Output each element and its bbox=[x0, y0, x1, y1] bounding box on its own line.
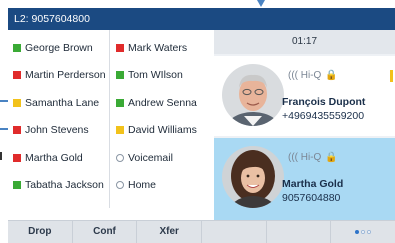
hold-indicator bbox=[390, 70, 393, 82]
presence-busy-icon bbox=[13, 126, 21, 135]
page-dot-inactive bbox=[367, 230, 372, 234]
conf-softkey[interactable]: Conf bbox=[72, 221, 137, 243]
page-dot-inactive bbox=[361, 230, 366, 234]
home-key[interactable]: Home bbox=[111, 172, 211, 200]
empty-softkey[interactable] bbox=[266, 221, 331, 243]
codec-label: Hi-Q bbox=[300, 70, 322, 81]
contact-name: Andrew Senna bbox=[128, 96, 197, 109]
codec-label: Hi-Q bbox=[300, 152, 322, 163]
presence-available-icon bbox=[13, 43, 21, 52]
contact-key[interactable]: Samantha Lane bbox=[8, 89, 108, 117]
call-appearance-held[interactable]: ((( Hi-Q 🔒 François Dupont +496943555920… bbox=[214, 56, 395, 136]
contact-name: John Stevens bbox=[25, 124, 89, 137]
contact-name: Home bbox=[128, 179, 157, 192]
contact-key[interactable]: Tom WIlson bbox=[111, 62, 211, 90]
column-divider bbox=[109, 30, 110, 208]
contact-key[interactable]: John Stevens bbox=[8, 117, 108, 145]
callout-pointer-top bbox=[257, 0, 265, 7]
voicemail-key[interactable]: Voicemail bbox=[111, 144, 211, 172]
contact-key[interactable]: Tabatha Jackson bbox=[8, 172, 108, 200]
lock-icon: 🔒 bbox=[325, 152, 338, 163]
phone-screen: L2: 9057604800 George Brown Martin Perde… bbox=[8, 8, 395, 243]
lock-icon: 🔒 bbox=[325, 70, 338, 81]
presence-busy-icon bbox=[13, 71, 21, 80]
presence-available-icon bbox=[13, 181, 21, 190]
more-softkeys-button[interactable] bbox=[331, 221, 395, 243]
caller-avatar bbox=[222, 146, 284, 208]
contact-key[interactable]: Martin Perderson bbox=[8, 62, 108, 90]
contact-key[interactable]: Andrew Senna bbox=[111, 89, 211, 117]
presence-available-icon bbox=[116, 98, 124, 107]
empty-softkey[interactable] bbox=[202, 221, 266, 243]
contact-name: Martin Perderson bbox=[25, 69, 106, 82]
call-panel: 01:17 ((( Hi-Q 🔒 François Dupont +496943… bbox=[214, 30, 395, 220]
presence-away-icon bbox=[13, 98, 21, 107]
caller-name: Martha Gold bbox=[282, 178, 344, 190]
contact-name: Martha Gold bbox=[25, 151, 83, 164]
contact-column-right: Mark Waters Tom WIlson Andrew Senna Davi… bbox=[111, 34, 211, 199]
line-label: L2: 9057604800 bbox=[14, 13, 90, 25]
hd-audio-icon: ((( Hi-Q bbox=[288, 70, 322, 81]
voicemail-circle-icon bbox=[116, 153, 124, 162]
callout-tick bbox=[0, 152, 4, 160]
contact-column-left: George Brown Martin Perderson Samantha L… bbox=[8, 34, 108, 199]
contact-name: Tabatha Jackson bbox=[25, 179, 104, 192]
caller-number: 9057604880 bbox=[282, 192, 341, 204]
hd-audio-icon: ((( Hi-Q bbox=[288, 152, 322, 163]
xfer-softkey[interactable]: Xfer bbox=[137, 221, 202, 243]
presence-busy-icon bbox=[116, 43, 124, 52]
contact-key[interactable]: David Williams bbox=[111, 117, 211, 145]
contact-key[interactable]: Martha Gold bbox=[8, 144, 108, 172]
contact-key[interactable]: George Brown bbox=[8, 34, 108, 62]
call-timer: 01:17 bbox=[214, 30, 395, 54]
drop-softkey[interactable]: Drop bbox=[8, 221, 72, 243]
contact-name: Voicemail bbox=[128, 151, 173, 164]
contact-key[interactable]: Mark Waters bbox=[111, 34, 211, 62]
contact-name: George Brown bbox=[25, 41, 93, 54]
contact-name: Samantha Lane bbox=[25, 96, 100, 109]
presence-busy-icon bbox=[13, 153, 21, 162]
contact-name: David Williams bbox=[128, 124, 197, 137]
caller-number: +4969435559200 bbox=[282, 110, 365, 122]
contact-name: Mark Waters bbox=[128, 41, 188, 54]
softkey-bar: Drop Conf Xfer bbox=[8, 220, 395, 243]
contact-grid: George Brown Martin Perderson Samantha L… bbox=[8, 30, 214, 237]
presence-available-icon bbox=[116, 71, 124, 80]
caller-name: François Dupont bbox=[282, 96, 366, 108]
caller-avatar bbox=[222, 64, 284, 126]
call-appearance-active[interactable]: ((( Hi-Q 🔒 Martha Gold 9057604880 bbox=[214, 138, 395, 220]
page-dot-active bbox=[355, 230, 360, 234]
contact-name: Tom WIlson bbox=[128, 69, 183, 82]
home-circle-icon bbox=[116, 181, 124, 190]
presence-away-icon bbox=[116, 126, 124, 135]
status-bar: L2: 9057604800 bbox=[8, 8, 395, 30]
